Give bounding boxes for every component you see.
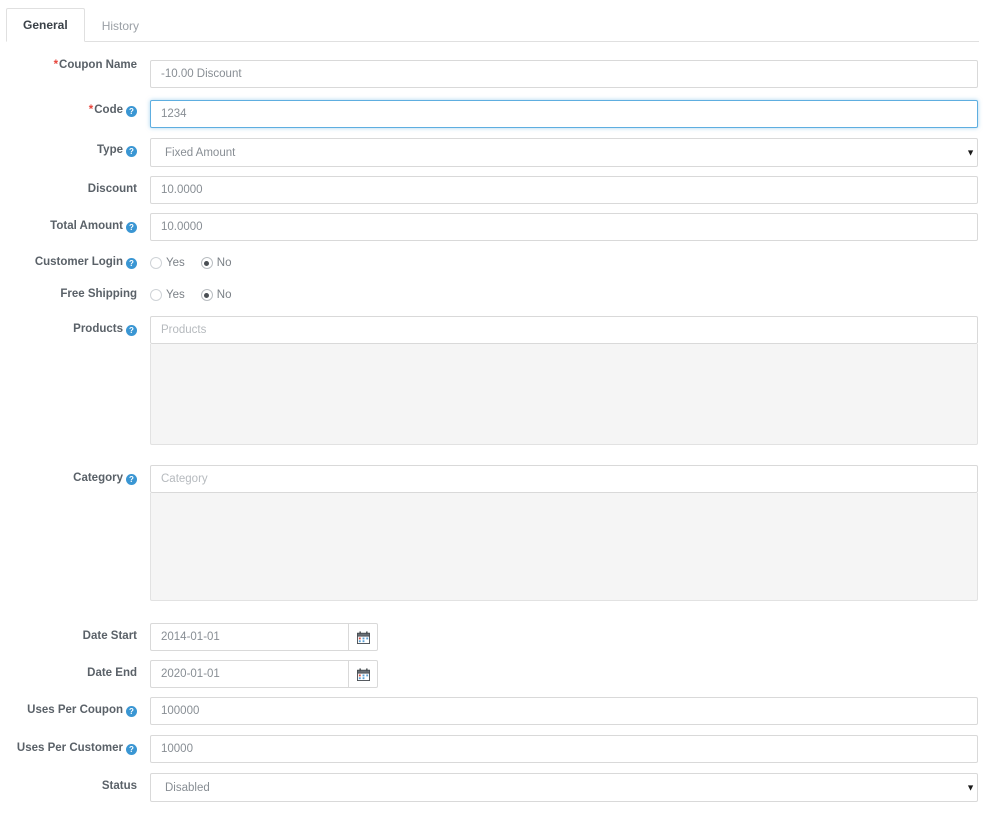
radio-circle-icon [150, 257, 162, 269]
field-row-status: Status Disabled ▼ [0, 773, 985, 802]
field-row-uses-per-coupon: Uses Per Coupon? [0, 697, 985, 725]
label-uses-per-coupon: Uses Per Coupon? [0, 697, 150, 717]
customer-login-no-label: No [216, 257, 232, 269]
discount-input[interactable] [150, 176, 978, 204]
free-shipping-no-label: No [216, 289, 232, 301]
help-icon-products[interactable]: ? [126, 325, 137, 336]
label-products: Products? [0, 316, 150, 336]
free-shipping-yes-label: Yes [166, 289, 185, 301]
label-date-start: Date Start [0, 623, 150, 643]
label-category: Category? [0, 465, 150, 485]
products-selected-list[interactable] [150, 344, 978, 445]
customer-login-radio-group: Yes No [150, 252, 978, 274]
free-shipping-radio-no[interactable]: No [200, 289, 232, 301]
help-icon-category[interactable]: ? [126, 474, 137, 485]
label-free-shipping-text: Free Shipping [60, 288, 137, 300]
field-row-date-start: Date Start [0, 623, 985, 651]
label-status-text: Status [101, 780, 137, 792]
label-total-amount-text: Total Amount [50, 220, 123, 232]
field-row-discount: Discount [0, 176, 985, 204]
uses-per-coupon-input[interactable] [150, 697, 978, 725]
field-row-free-shipping: Free Shipping Yes No [0, 284, 985, 306]
label-coupon-name: *Coupon Name [0, 59, 150, 72]
help-icon-customer-login[interactable]: ? [126, 258, 137, 269]
radio-circle-checked-icon [200, 289, 213, 301]
label-customer-login-text: Customer Login [34, 256, 123, 268]
label-discount-text: Discount [87, 183, 137, 195]
category-selected-list[interactable] [150, 493, 978, 601]
field-row-date-end: Date End [0, 660, 985, 688]
date-start-input[interactable] [150, 623, 348, 651]
required-asterisk-code: * [88, 104, 94, 116]
label-uses-per-customer-text: Uses Per Customer [16, 742, 123, 754]
label-discount: Discount [0, 176, 150, 196]
date-end-input[interactable] [150, 660, 348, 688]
category-autocomplete-input[interactable] [150, 465, 978, 493]
label-date-end: Date End [0, 660, 150, 680]
field-row-code: *Code? [0, 97, 985, 128]
field-row-total-amount: Total Amount? [0, 213, 985, 241]
customer-login-radio-yes[interactable]: Yes [150, 257, 185, 269]
customer-login-yes-label: Yes [166, 257, 185, 269]
label-uses-per-customer: Uses Per Customer? [0, 735, 150, 755]
field-row-customer-login: Customer Login? Yes No [0, 252, 985, 274]
help-icon-type[interactable]: ? [126, 146, 137, 157]
date-end-group [150, 660, 378, 688]
field-row-category: Category? [0, 465, 985, 601]
type-select[interactable]: Fixed Amount [150, 138, 978, 167]
label-date-start-text: Date Start [82, 630, 137, 642]
free-shipping-radio-group: Yes No [150, 284, 978, 306]
label-status: Status [0, 773, 150, 793]
label-date-end-text: Date End [87, 667, 137, 679]
customer-login-radio-no[interactable]: No [200, 257, 232, 269]
uses-per-customer-input[interactable] [150, 735, 978, 763]
tab-general-label: General [23, 18, 68, 32]
label-products-text: Products [73, 323, 123, 335]
field-row-uses-per-customer: Uses Per Customer? [0, 735, 985, 763]
label-code-text: Code [94, 104, 123, 116]
products-autocomplete-input[interactable] [150, 316, 978, 344]
free-shipping-radio-yes[interactable]: Yes [150, 289, 185, 301]
label-type: Type? [0, 138, 150, 157]
help-icon-code[interactable]: ? [126, 106, 137, 117]
tab-history-label: History [101, 19, 140, 33]
calendar-icon-date-start[interactable] [348, 623, 378, 651]
coupon-general-form: *Coupon Name *Code? Type? Fixed Amount [0, 59, 985, 802]
code-input[interactable] [150, 100, 978, 128]
label-category-text: Category [73, 472, 123, 484]
help-icon-total-amount[interactable]: ? [126, 222, 137, 233]
label-free-shipping: Free Shipping [0, 284, 150, 301]
calendar-icon-date-end[interactable] [348, 660, 378, 688]
label-type-text: Type [97, 144, 123, 156]
field-row-type: Type? Fixed Amount ▼ [0, 138, 985, 167]
help-icon-uses-per-coupon[interactable]: ? [126, 706, 137, 717]
total-amount-input[interactable] [150, 213, 978, 241]
tab-bar: General History [6, 4, 979, 42]
radio-circle-icon [150, 289, 162, 301]
help-icon-uses-per-customer[interactable]: ? [126, 744, 137, 755]
radio-circle-checked-icon [200, 257, 213, 269]
label-total-amount: Total Amount? [0, 213, 150, 233]
required-asterisk-coupon-name: * [53, 59, 59, 71]
label-code: *Code? [0, 97, 150, 117]
date-start-group [150, 623, 378, 651]
status-select-value: Disabled [165, 782, 210, 794]
type-select-value: Fixed Amount [165, 147, 236, 159]
status-select[interactable]: Disabled [150, 773, 978, 802]
field-row-coupon-name: *Coupon Name [0, 59, 985, 88]
coupon-name-input[interactable] [150, 60, 978, 88]
label-uses-per-coupon-text: Uses Per Coupon [27, 704, 123, 716]
label-coupon-name-text: Coupon Name [59, 59, 137, 71]
tab-general[interactable]: General [6, 8, 85, 42]
field-row-products: Products? [0, 316, 985, 445]
tab-history[interactable]: History [85, 9, 156, 42]
coupon-form-page: General History *Coupon Name *Code? [0, 0, 985, 826]
label-customer-login: Customer Login? [0, 252, 150, 269]
